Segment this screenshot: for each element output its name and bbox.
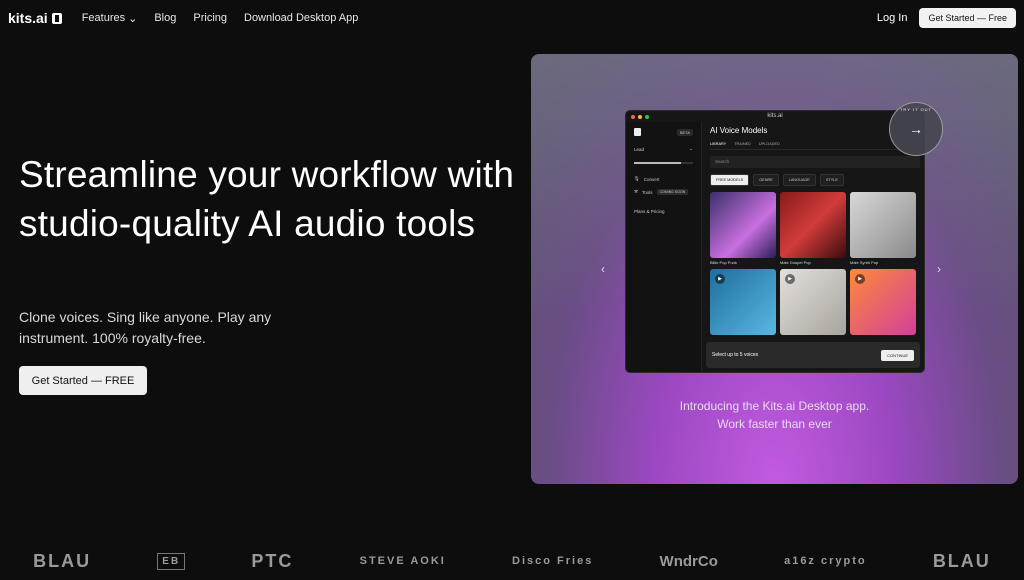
- voice-card-image: [850, 192, 916, 258]
- filter-language[interactable]: LANGUAGE: [782, 174, 816, 186]
- nav-blog[interactable]: Blog: [154, 12, 176, 25]
- showcase-caption: Introducing the Kits.ai Desktop app. Wor…: [531, 397, 1018, 433]
- partner-logo-ptc: PTC: [251, 550, 294, 571]
- tab-library[interactable]: LIBRARY: [710, 142, 726, 146]
- get-started-nav-button[interactable]: Get Started — Free: [919, 8, 1016, 28]
- beta-badge: BETA: [676, 128, 693, 136]
- chevron-down-icon: ⌄: [689, 146, 693, 151]
- desktop-app-showcase: kits.ai BETA Lead ⌄ 🎙 Convert ⚒ Tools CO…: [531, 54, 1018, 484]
- usage-progress: [634, 162, 693, 164]
- sidebar-item-convert[interactable]: 🎙 Convert: [634, 176, 693, 182]
- filter-free-models[interactable]: FREE MODELS: [710, 174, 750, 186]
- voice-card[interactable]: Male Gospel Pop: [780, 192, 846, 265]
- microphone-icon: 🎙: [634, 176, 640, 181]
- partner-logo-disco-fries: Disco Fries: [512, 555, 594, 567]
- sidebar-item-label: Tools: [642, 189, 653, 195]
- app-sidebar: BETA Lead ⌄ 🎙 Convert ⚒ Tools COMING SOO…: [626, 122, 702, 372]
- selection-toast: Select up to 5 voices CONTINUE: [706, 342, 920, 368]
- play-icon[interactable]: ▶: [785, 274, 795, 284]
- voice-card-image: [780, 192, 846, 258]
- play-icon[interactable]: ▶: [715, 274, 725, 284]
- caption-line-2: Work faster than ever: [717, 417, 832, 431]
- hero-subtitle: Clone voices. Sing like anyone. Play any…: [19, 309, 272, 346]
- partner-logos: BLAU EB PTC STEVE AOKI Disco Fries WndrC…: [0, 545, 1024, 577]
- coming-soon-badge: COMING SOON: [656, 189, 689, 195]
- brand-mark-icon: [51, 12, 62, 24]
- tab-trained[interactable]: TRAINED: [734, 142, 751, 146]
- nav-features-label: Features: [81, 12, 126, 24]
- partner-logo-wndrco: WndrCo: [659, 552, 718, 570]
- partner-logo-a16z: a16z crypto: [784, 555, 867, 567]
- nav-pricing[interactable]: Pricing: [193, 12, 227, 25]
- sidebar-item-tools[interactable]: ⚒ Tools COMING SOON: [634, 189, 693, 195]
- continue-button[interactable]: CONTINUE: [881, 349, 914, 361]
- nav-download[interactable]: Download Desktop App: [244, 12, 358, 25]
- partner-logo-blau-2: BLAU: [932, 550, 991, 571]
- voice-card[interactable]: Male Synth Pop: [850, 192, 916, 265]
- voice-card-image: ▶: [710, 269, 776, 335]
- voice-card-image: ▶: [780, 269, 846, 335]
- app-main: AI Voice Models LIBRARY TRAINED UPLOADED…: [706, 122, 924, 372]
- sidebar-logo-icon: [634, 128, 641, 136]
- chevron-down-icon: ⌄: [128, 12, 138, 25]
- hero-title: Streamline your workflow with studio-qua…: [19, 154, 515, 244]
- try-it-out-badge[interactable]: TRY IT OUT →: [889, 102, 943, 156]
- nav-features[interactable]: Features ⌄: [82, 12, 138, 25]
- top-navbar: kits.ai Features ⌄ Blog Pricing Download …: [0, 0, 1024, 36]
- voice-model-grid: Billie Pop Punk Male Gospel Pop Male Syn…: [710, 192, 920, 335]
- voice-card-name: Billie Pop Punk: [710, 260, 737, 265]
- carousel-prev-icon[interactable]: ‹: [601, 262, 605, 276]
- partner-logo-steve-aoki: STEVE AOKI: [359, 555, 446, 567]
- filter-bar: FREE MODELS GENRE LANGUAGE STYLE: [710, 174, 920, 186]
- voice-card-image: ▶: [850, 269, 916, 335]
- app-title: kits.ai: [767, 113, 783, 119]
- sidebar-item-plans[interactable]: Plans & Pricing: [634, 209, 693, 214]
- brand-logo[interactable]: kits.ai: [8, 10, 62, 26]
- play-icon[interactable]: ▶: [855, 274, 865, 284]
- voice-card-image: [710, 192, 776, 258]
- voice-card-name: Male Synth Pop: [850, 260, 879, 265]
- partner-logo-blau: BLAU: [33, 550, 92, 571]
- voice-card[interactable]: Billie Pop Punk: [710, 192, 776, 265]
- voice-card[interactable]: ▶: [780, 269, 846, 335]
- nav-links: Features ⌄ Blog Pricing Download Desktop …: [82, 12, 359, 25]
- sidebar-item-label: Convert: [643, 176, 660, 182]
- toast-text: Select up to 5 voices: [712, 352, 759, 358]
- workspace-name: Lead: [634, 146, 645, 152]
- brand-name: kits.ai: [8, 10, 48, 26]
- badge-ring-text: TRY IT OUT: [899, 107, 932, 112]
- filter-style[interactable]: STYLE: [819, 174, 844, 186]
- app-window: kits.ai BETA Lead ⌄ 🎙 Convert ⚒ Tools CO…: [625, 110, 925, 373]
- voice-card[interactable]: ▶: [710, 269, 776, 335]
- get-started-hero-button[interactable]: Get Started — FREE: [19, 366, 147, 395]
- model-tabs: LIBRARY TRAINED UPLOADED: [710, 142, 920, 150]
- filter-genre[interactable]: GENRE: [753, 174, 779, 186]
- carousel-next-icon[interactable]: ›: [937, 262, 941, 276]
- arrow-right-icon: →: [909, 121, 923, 137]
- workspace-selector[interactable]: Lead ⌄: [634, 146, 693, 152]
- partner-logo-eb: EB: [157, 552, 186, 570]
- voice-card[interactable]: ▶: [850, 269, 916, 335]
- caption-line-1: Introducing the Kits.ai Desktop app.: [679, 399, 870, 413]
- login-link[interactable]: Log In: [877, 12, 908, 24]
- voice-card-name: Male Gospel Pop: [780, 260, 811, 265]
- tools-icon: ⚒: [634, 189, 639, 194]
- search-input[interactable]: Search: [710, 156, 920, 168]
- tab-uploaded[interactable]: UPLOADED: [759, 142, 780, 146]
